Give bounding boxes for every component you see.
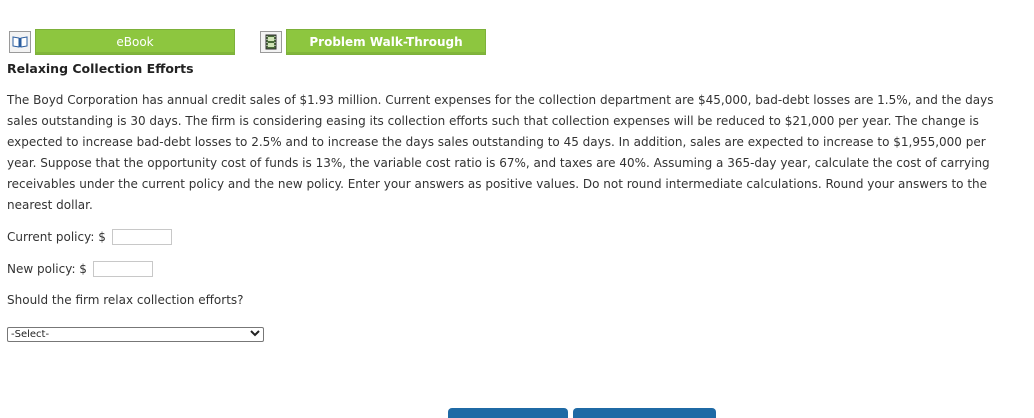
new-policy-label: New policy: $ — [7, 262, 87, 276]
current-policy-label: Current policy: $ — [7, 230, 106, 244]
bottom-button-left[interactable] — [448, 408, 568, 418]
chevron-down-icon — [250, 329, 260, 340]
current-policy-input[interactable] — [111, 229, 172, 245]
ebook-button[interactable]: eBook — [35, 29, 235, 55]
book-icon[interactable] — [9, 31, 31, 53]
problem-title: Relaxing Collection Efforts — [7, 61, 194, 76]
walkthrough-button[interactable]: Problem Walk-Through — [286, 29, 486, 55]
problem-text: The Boyd Corporation has annual credit s… — [7, 93, 994, 212]
new-policy-input[interactable] — [92, 261, 153, 277]
bottom-button-right[interactable] — [573, 408, 716, 418]
select-value: -Select- — [11, 329, 50, 340]
ebook-tab[interactable]: eBook — [7, 29, 235, 55]
film-icon[interactable] — [260, 31, 282, 53]
relax-select[interactable]: -Select- — [7, 327, 264, 342]
walkthrough-tab[interactable]: Problem Walk-Through — [258, 29, 486, 55]
relax-question: Should the firm relax collection efforts… — [7, 293, 244, 307]
new-policy-row: New policy: $ — [7, 261, 153, 277]
current-policy-row: Current policy: $ — [7, 229, 172, 245]
